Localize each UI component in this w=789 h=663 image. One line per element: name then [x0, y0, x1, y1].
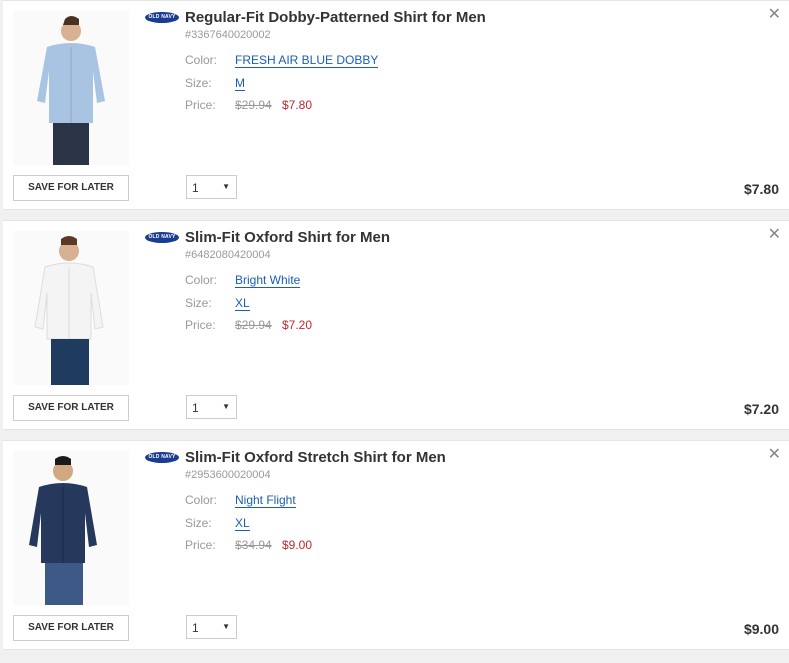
color-value-link[interactable]: Night Flight [235, 493, 296, 508]
color-value-link[interactable]: Bright White [235, 273, 301, 288]
color-value-link[interactable]: FRESH AIR BLUE DOBBY [235, 53, 379, 68]
chevron-down-icon: ▼ [222, 402, 230, 411]
quantity-select[interactable]: 1 ▼ [186, 175, 237, 199]
item-total: $9.00 [743, 621, 779, 637]
cart-item: OLD NAVY Slim-Fit Oxford Stretch Shirt f… [3, 440, 789, 650]
sale-price: $9.00 [282, 538, 313, 552]
price-label: Price: [185, 98, 216, 112]
product-photo [13, 231, 129, 385]
product-photo [13, 11, 129, 165]
quantity-select[interactable]: 1 ▼ [186, 395, 237, 419]
size-value-link[interactable]: XL [235, 516, 250, 531]
cart-item: OLD NAVY Slim-Fit Oxford Shirt for Men #… [3, 220, 789, 430]
remove-item-close-icon[interactable]: ✕ [768, 7, 781, 23]
product-title[interactable]: Slim-Fit Oxford Stretch Shirt for Men [185, 449, 446, 466]
quantity-value: 1 [192, 401, 199, 415]
cart-item: OLD NAVY Regular-Fit Dobby-Patterned Shi… [3, 0, 789, 210]
save-for-later-button[interactable]: SAVE FOR LATER [13, 615, 129, 641]
quantity-value: 1 [192, 621, 199, 635]
price-label: Price: [185, 318, 216, 332]
product-sku: #6482080420004 [185, 249, 271, 261]
old-navy-logo: OLD NAVY [145, 452, 179, 463]
product-sku: #2953600020004 [185, 469, 271, 481]
original-price: $29.94 [235, 98, 272, 112]
color-label: Color: [185, 493, 218, 507]
size-label: Size: [185, 296, 212, 310]
old-navy-logo: OLD NAVY [145, 232, 179, 243]
price-label: Price: [185, 538, 216, 552]
product-title[interactable]: Regular-Fit Dobby-Patterned Shirt for Me… [185, 9, 486, 26]
product-image[interactable] [13, 451, 129, 605]
save-for-later-button[interactable]: SAVE FOR LATER [13, 395, 129, 421]
size-label: Size: [185, 76, 212, 90]
remove-item-close-icon[interactable]: ✕ [768, 447, 781, 463]
product-image[interactable] [13, 231, 129, 385]
product-title[interactable]: Slim-Fit Oxford Shirt for Men [185, 229, 390, 246]
original-price: $29.94 [235, 318, 272, 332]
quantity-value: 1 [192, 181, 199, 195]
color-label: Color: [185, 53, 218, 67]
product-photo [13, 451, 129, 605]
item-total: $7.20 [743, 401, 779, 417]
product-sku: #3367640020002 [185, 29, 271, 41]
item-total: $7.80 [743, 181, 779, 197]
product-image[interactable] [13, 11, 129, 165]
quantity-select[interactable]: 1 ▼ [186, 615, 237, 639]
size-value-link[interactable]: M [235, 76, 245, 91]
chevron-down-icon: ▼ [222, 622, 230, 631]
save-for-later-button[interactable]: SAVE FOR LATER [13, 175, 129, 201]
chevron-down-icon: ▼ [222, 182, 230, 191]
size-value-link[interactable]: XL [235, 296, 250, 311]
old-navy-logo: OLD NAVY [145, 12, 179, 23]
sale-price: $7.80 [282, 98, 313, 112]
remove-item-close-icon[interactable]: ✕ [768, 227, 781, 243]
sale-price: $7.20 [282, 318, 313, 332]
size-label: Size: [185, 516, 212, 530]
color-label: Color: [185, 273, 218, 287]
original-price: $34.94 [235, 538, 272, 552]
